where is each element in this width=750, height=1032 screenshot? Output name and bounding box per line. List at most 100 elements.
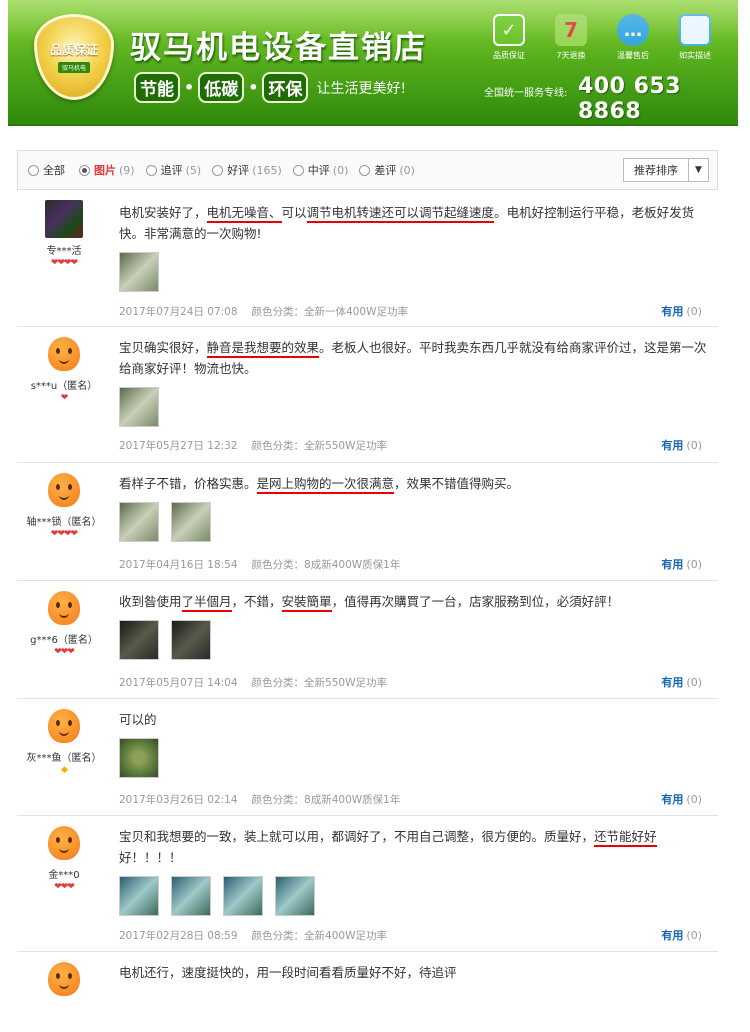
radio-icon[interactable]	[79, 164, 90, 176]
radio-icon[interactable]	[212, 164, 224, 176]
review-item: s***u（匿名） ❤ 宝贝确实很好，静音是我想要的效果。老板人也很好。平时我卖…	[17, 327, 718, 463]
review-variant: 颜色分类：8成新400W质保1年	[251, 794, 401, 806]
review-item: g***6（匿名） ❤❤❤ 收到昝使用了半個月，不錯，安裝簡單，值得再次購買了一…	[17, 581, 718, 699]
helpful-button[interactable]: 有用 (0)	[661, 674, 702, 690]
reviewer: 专***活 ❤❤❤❤	[17, 200, 111, 268]
default-avatar-icon	[48, 337, 80, 371]
review-variant: 颜色分类：8成新400W质保1年	[251, 559, 401, 571]
filter-follow-up[interactable]: 追评 (5)	[145, 162, 201, 178]
badge-ribbon: 驭马机电	[57, 62, 90, 73]
sort-label: 推荐排序	[634, 164, 678, 177]
filter-images[interactable]: 图片 (9)	[79, 162, 135, 178]
review-thumbnail[interactable]	[171, 620, 211, 660]
review-images	[119, 620, 711, 660]
slogan-subtitle: 让生活更美好!	[316, 80, 407, 97]
review-images	[119, 387, 711, 427]
chevron-down-icon[interactable]: ▼	[688, 159, 708, 181]
review-variant: 颜色分类：全新550W足功率	[251, 440, 387, 452]
review-body: 宝贝确实很好，静音是我想要的效果。老板人也很好。平时我卖东西几乎就没有给商家评价…	[119, 337, 711, 427]
helpful-button[interactable]: 有用 (0)	[661, 437, 702, 453]
review-date: 2017年05月27日 12:32	[119, 440, 238, 452]
guarantee-list: ✓ 品质保证 7 7天退换 … 温馨售后 如实描述	[478, 14, 726, 61]
avatar[interactable]	[45, 335, 83, 373]
helpful-button[interactable]: 有用 (0)	[661, 927, 702, 943]
review-body: 收到昝使用了半個月，不錯，安裝簡單，值得再次購買了一台，店家服務到位，必須好評！	[119, 591, 711, 660]
review-variant: 颜色分类：全新400W足功率	[251, 930, 387, 942]
reviewer-name: s***u（匿名）	[30, 381, 98, 392]
store-name: 驭马机电设备直销店	[130, 30, 427, 66]
review-thumbnail[interactable]	[119, 876, 159, 916]
filter-neutral[interactable]: 中评 (0)	[292, 162, 348, 178]
filter-negative[interactable]: 差评 (0)	[359, 162, 415, 178]
filter-positive[interactable]: 好评 (165)	[212, 162, 282, 178]
review-thumbnail[interactable]	[119, 387, 159, 427]
slogan-tag: 环保	[262, 72, 309, 103]
review-body: 宝贝和我想要的一致，装上就可以用，都调好了，不用自己调整，很方便的。质量好，还节…	[119, 826, 711, 916]
review-thumbnail[interactable]	[171, 876, 211, 916]
sort-dropdown[interactable]: 推荐排序 ▼	[623, 158, 709, 182]
review-text: 可以的	[119, 712, 157, 727]
store-slogan: 节能 • 低碳 • 环保 让生活更美好!	[134, 72, 406, 103]
default-avatar-icon	[48, 473, 80, 507]
helpful-button[interactable]: 有用 (0)	[661, 791, 702, 807]
radio-icon[interactable]	[292, 164, 304, 176]
avatar[interactable]	[45, 707, 83, 745]
avatar[interactable]	[45, 824, 83, 862]
chat-bubble-icon: …	[617, 14, 649, 46]
reviewer: 轴***锁（匿名） ❤❤❤❤	[17, 471, 111, 539]
review-body: 电机安装好了，电机无噪音、可以调节电机转速还可以调节起缝速度。电机好控制运行平稳…	[119, 202, 711, 292]
review-thumbnail[interactable]	[275, 876, 315, 916]
review-meta: 2017年05月07日 14:04 颜色分类：全新550W足功率	[119, 675, 387, 690]
reviewer-name: 专***活	[46, 246, 82, 257]
reputation-hearts: ❤❤❤❤	[50, 258, 78, 268]
radio-icon[interactable]	[28, 164, 39, 176]
helpful-button[interactable]: 有用 (0)	[661, 556, 702, 572]
filter-all[interactable]: 全部	[28, 162, 68, 178]
review-thumbnail[interactable]	[119, 738, 159, 778]
avatar[interactable]	[45, 589, 83, 627]
review-thumbnail[interactable]	[119, 252, 159, 292]
radio-icon[interactable]	[145, 164, 157, 176]
default-avatar-icon	[48, 826, 80, 860]
review-thumbnail[interactable]	[119, 502, 159, 542]
default-avatar-icon	[48, 709, 80, 743]
avatar[interactable]	[45, 471, 83, 509]
review-item: 轴***锁（匿名） ❤❤❤❤ 看样子不错，价格实惠。是网上购物的一次很满意，效果…	[17, 463, 718, 581]
review-meta: 2017年05月27日 12:32 颜色分类：全新550W足功率	[119, 438, 387, 453]
review-thumbnail[interactable]	[119, 620, 159, 660]
radio-icon[interactable]	[359, 164, 371, 176]
review-date: 2017年07月24日 07:08	[119, 306, 238, 318]
review-variant: 颜色分类：全新一体400W足功率	[251, 306, 408, 318]
badge-title: 品质保证	[49, 43, 98, 57]
reputation-hearts: ❤❤❤	[54, 882, 75, 892]
default-avatar-icon	[48, 591, 80, 625]
avatar[interactable]	[45, 960, 83, 998]
helpful-button[interactable]: 有用 (0)	[661, 303, 702, 319]
guarantee-item: 7 7天退换	[540, 14, 602, 61]
review-body: 可以的	[119, 709, 711, 778]
review-images	[119, 876, 711, 916]
review-meta: 2017年07月24日 07:08 颜色分类：全新一体400W足功率	[119, 304, 408, 319]
avatar[interactable]	[45, 200, 83, 238]
review-thumbnail[interactable]	[171, 502, 211, 542]
reviewer-name: 轴***锁（匿名）	[26, 517, 102, 528]
slogan-tag: 节能	[134, 72, 180, 103]
review-item: 电机还行，速度挺快的，用一段时间看看质量好不好，待追评	[17, 952, 718, 1032]
review-text: 看样子不错，价格实惠。是网上购物的一次很满意，效果不错值得购买。	[119, 473, 711, 494]
guarantee-item: ✓ 品质保证	[478, 14, 540, 61]
review-variant: 颜色分类：全新550W足功率	[251, 677, 387, 689]
store-banner: 品质保证 驭马机电 驭马机电设备直销店 节能 • 低碳 • 环保 让生活更美好!…	[8, 0, 738, 126]
guarantee-item: … 温馨售后	[602, 14, 664, 61]
review-text: 宝贝确实很好，静音是我想要的效果。老板人也很好。平时我卖东西几乎就没有给商家评价…	[119, 340, 707, 376]
reviewer	[17, 960, 111, 998]
check-icon: ✓	[493, 14, 525, 46]
review-text: 电机安装好了，电机无噪音、可以调节电机转速还可以调节起缝速度。电机好控制运行平稳…	[119, 205, 695, 241]
hotline-label: 全国统一服务专线:	[484, 88, 568, 99]
review-text: 宝贝和我想要的一致，装上就可以用，都调好了，不用自己调整，很方便的。质量好，还节…	[119, 829, 657, 865]
review-date: 2017年02月28日 08:59	[119, 930, 238, 942]
review-thumbnail[interactable]	[223, 876, 263, 916]
default-avatar-icon	[48, 962, 80, 996]
reviewer-name: 金***0	[48, 870, 80, 881]
review-item: 专***活 ❤❤❤❤ 电机安装好了，电机无噪音、可以调节电机转速还可以调节起缝速…	[17, 192, 718, 327]
reviewer: 金***0 ❤❤❤	[17, 824, 111, 892]
